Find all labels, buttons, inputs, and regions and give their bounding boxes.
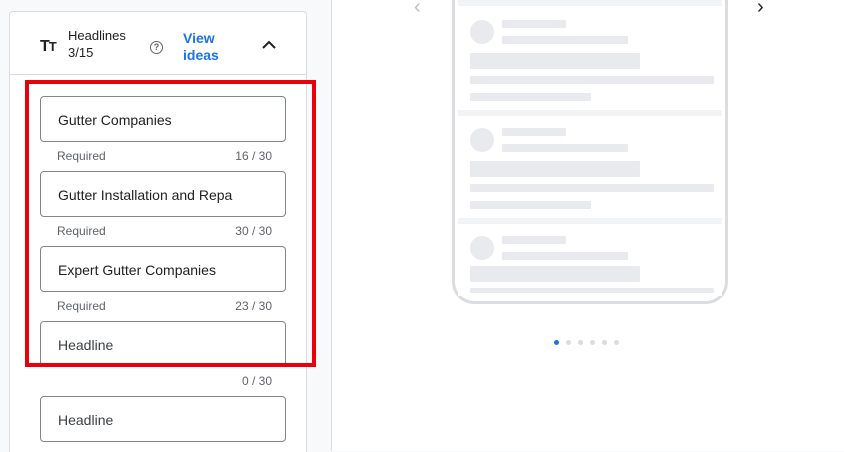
pagination-dot-2[interactable]: [566, 340, 571, 345]
skeleton-line: [470, 201, 591, 209]
headline-field-3[interactable]: Expert Gutter Companies: [40, 246, 286, 292]
skeleton-line: [502, 252, 628, 260]
headline-field-2-counter: 30 / 30: [235, 224, 272, 238]
headline-field-1[interactable]: Gutter Companies: [40, 96, 286, 142]
pagination-dot-4[interactable]: [590, 340, 595, 345]
skeleton-line: [502, 144, 628, 152]
pagination-dot-1[interactable]: [554, 340, 559, 345]
headline-field-3-value[interactable]: Expert Gutter Companies: [58, 262, 234, 278]
preview-skeleton-card-3: [458, 224, 722, 296]
skeleton-block: [470, 53, 640, 69]
skeleton-avatar: [470, 236, 494, 260]
preview-skeleton-card-1: [458, 6, 722, 110]
skeleton-avatar: [470, 128, 494, 152]
skeleton-block: [470, 266, 640, 282]
pagination-dot-6[interactable]: [614, 340, 619, 345]
headline-field-1-helper: Required: [57, 149, 106, 163]
previous-preview-icon[interactable]: ‹: [414, 0, 421, 19]
pagination-dot-5[interactable]: [602, 340, 607, 345]
pagination-dot-3[interactable]: [578, 340, 583, 345]
headline-field-4[interactable]: Headline: [40, 321, 286, 367]
headline-field-2-helper: Required: [57, 224, 106, 238]
headline-field-5-placeholder[interactable]: Headline: [58, 412, 234, 428]
skeleton-block: [470, 161, 640, 177]
skeleton-line: [502, 36, 628, 44]
skeleton-line: [502, 128, 566, 136]
headline-field-3-counter: 23 / 30: [235, 299, 272, 313]
next-preview-icon[interactable]: ›: [757, 0, 764, 19]
chevron-up-icon[interactable]: [260, 36, 278, 54]
skeleton-line: [502, 236, 566, 244]
headlines-count: 3/15: [68, 45, 94, 60]
headline-field-1-counter: 16 / 30: [235, 149, 272, 163]
skeleton-line: [470, 288, 714, 293]
preview-pagination: [554, 340, 619, 345]
view-ideas-link[interactable]: View ideas: [183, 30, 225, 64]
skeleton-line: [470, 184, 714, 192]
help-icon[interactable]: ?: [150, 41, 163, 54]
headline-field-3-helper: Required: [57, 299, 106, 313]
preview-skeleton-card-2: [458, 116, 722, 218]
skeleton-line: [470, 93, 591, 101]
headline-field-1-value[interactable]: Gutter Companies: [58, 112, 234, 128]
headline-field-5[interactable]: Headline: [40, 396, 286, 442]
headline-field-4-placeholder[interactable]: Headline: [58, 337, 234, 353]
headlines-title: Headlines: [68, 28, 126, 43]
skeleton-line: [502, 20, 566, 28]
headline-field-2-value[interactable]: Gutter Installation and Repa: [58, 187, 234, 203]
text-fields-icon: TT: [40, 38, 57, 55]
headline-field-2[interactable]: Gutter Installation and Repa: [40, 171, 286, 217]
headline-field-4-counter: 0 / 30: [241, 374, 272, 388]
skeleton-avatar: [470, 20, 494, 44]
skeleton-line: [470, 76, 714, 84]
